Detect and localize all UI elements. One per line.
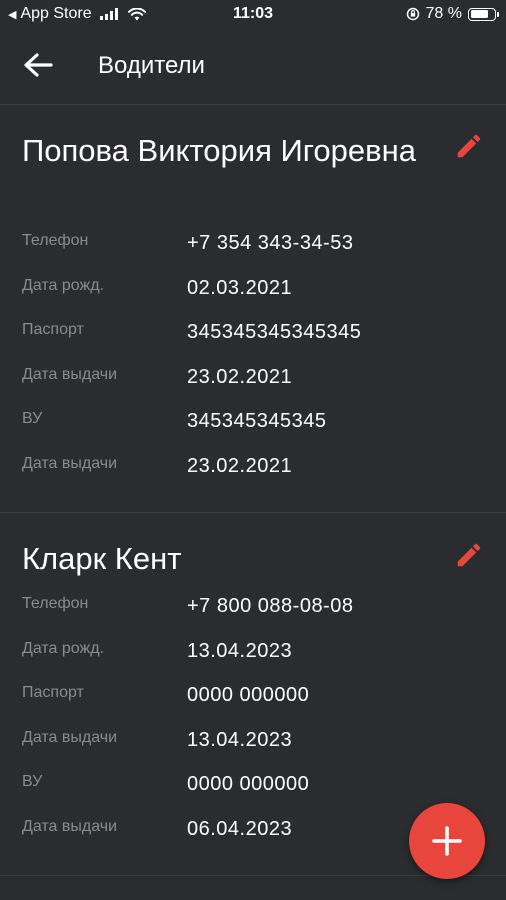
field-row-passport-issue-date: Дата выдачи 23.02.2021 [0,366,506,406]
field-row-license-issue-date: Дата выдачи 23.02.2021 [0,455,506,495]
field-value: 02.03.2021 [187,277,293,299]
field-label: Паспорт [22,321,84,338]
field-value: 0000 000000 [187,684,310,706]
driver-card: Попова Виктория Игоревна Телефон +7 354 … [0,105,506,513]
pencil-icon [457,543,481,567]
status-bar-right: 78 % [406,5,499,23]
field-label: Паспорт [22,684,84,701]
field-label: Дата рожд. [22,640,104,657]
driver-name: Попова Виктория Игоревна [22,133,416,168]
arrow-left-icon [24,53,53,77]
app-bar: Водители [0,30,506,105]
add-driver-button[interactable] [409,803,485,879]
field-row-license: ВУ 345345345345 [0,410,506,450]
field-row-phone: Телефон +7 354 343-34-53 [0,232,506,272]
driver-name: Кларк Кент [22,541,182,576]
field-row-passport: Паспорт 345345345345345 [0,321,506,361]
back-button[interactable] [20,48,56,84]
field-label: Дата выдачи [22,366,118,383]
edit-driver-button[interactable] [454,540,484,570]
field-value: 13.04.2023 [187,640,293,662]
status-bar: ◀ App Store 11:03 78 % [0,0,506,30]
field-label: Телефон [22,595,89,612]
pencil-icon [457,134,481,158]
field-value: +7 354 343-34-53 [187,232,354,254]
field-value: 0000 000000 [187,773,310,795]
field-label: Дата рожд. [22,277,104,294]
field-row-passport-issue-date: Дата выдачи 13.04.2023 [0,729,506,769]
page-title: Водители [98,52,205,79]
field-label: ВУ [22,773,43,790]
plus-icon [432,826,462,856]
field-row-birth-date: Дата рожд. 02.03.2021 [0,277,506,317]
field-value: 23.02.2021 [187,366,293,388]
field-label: Телефон [22,232,89,249]
field-value: 345345345345 [187,410,327,432]
edit-driver-button[interactable] [454,131,484,161]
field-label: Дата выдачи [22,729,118,746]
field-row-passport: Паспорт 0000 000000 [0,684,506,724]
field-label: ВУ [22,410,43,427]
field-value: +7 800 088-08-08 [187,595,354,617]
field-row-birth-date: Дата рожд. 13.04.2023 [0,640,506,680]
battery-icon [468,7,499,21]
field-label: Дата выдачи [22,818,118,835]
field-value: 345345345345345 [187,321,362,343]
orientation-lock-icon [406,7,419,21]
battery-percent: 78 % [425,5,462,22]
field-value: 06.04.2023 [187,818,293,840]
field-value: 23.02.2021 [187,455,293,477]
field-row-phone: Телефон +7 800 088-08-08 [0,595,506,635]
field-value: 13.04.2023 [187,729,293,751]
field-label: Дата выдачи [22,455,118,472]
